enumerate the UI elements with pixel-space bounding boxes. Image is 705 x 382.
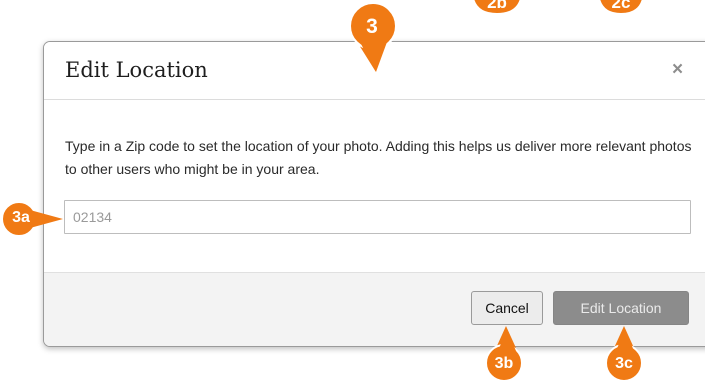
callout-label: 3 [366,15,378,38]
callout-label: 2c [611,0,631,12]
callout-marker-3: 3 [348,0,398,74]
dialog-description: Type in a Zip code to set the location o… [65,138,692,177]
callout-pin-shape [605,326,643,382]
edit-location-dialog: Edit Location × Type in a Zip code to se… [43,41,705,347]
cancel-button[interactable]: Cancel [471,291,543,325]
callout-label: 2b [487,0,507,12]
callout-label: 3c [615,355,633,372]
zip-code-input[interactable] [64,200,691,234]
dialog-body: Type in a Zip code to set the location o… [44,100,705,272]
callout-marker-3a: 3a [0,200,64,238]
callout-marker-2b: 2b [469,0,525,16]
callout-marker-3b: 3b [478,324,530,382]
callout-marker-3c: 3c [598,324,650,382]
callout-label: 3b [494,355,514,372]
callout-marker-2c: 2c [596,0,646,16]
edit-location-button[interactable]: Edit Location [553,291,689,325]
callout-label: 3a [12,209,30,226]
callout-pin-shape [485,326,523,382]
close-icon[interactable]: × [672,59,683,81]
dialog-title: Edit Location [65,58,208,82]
